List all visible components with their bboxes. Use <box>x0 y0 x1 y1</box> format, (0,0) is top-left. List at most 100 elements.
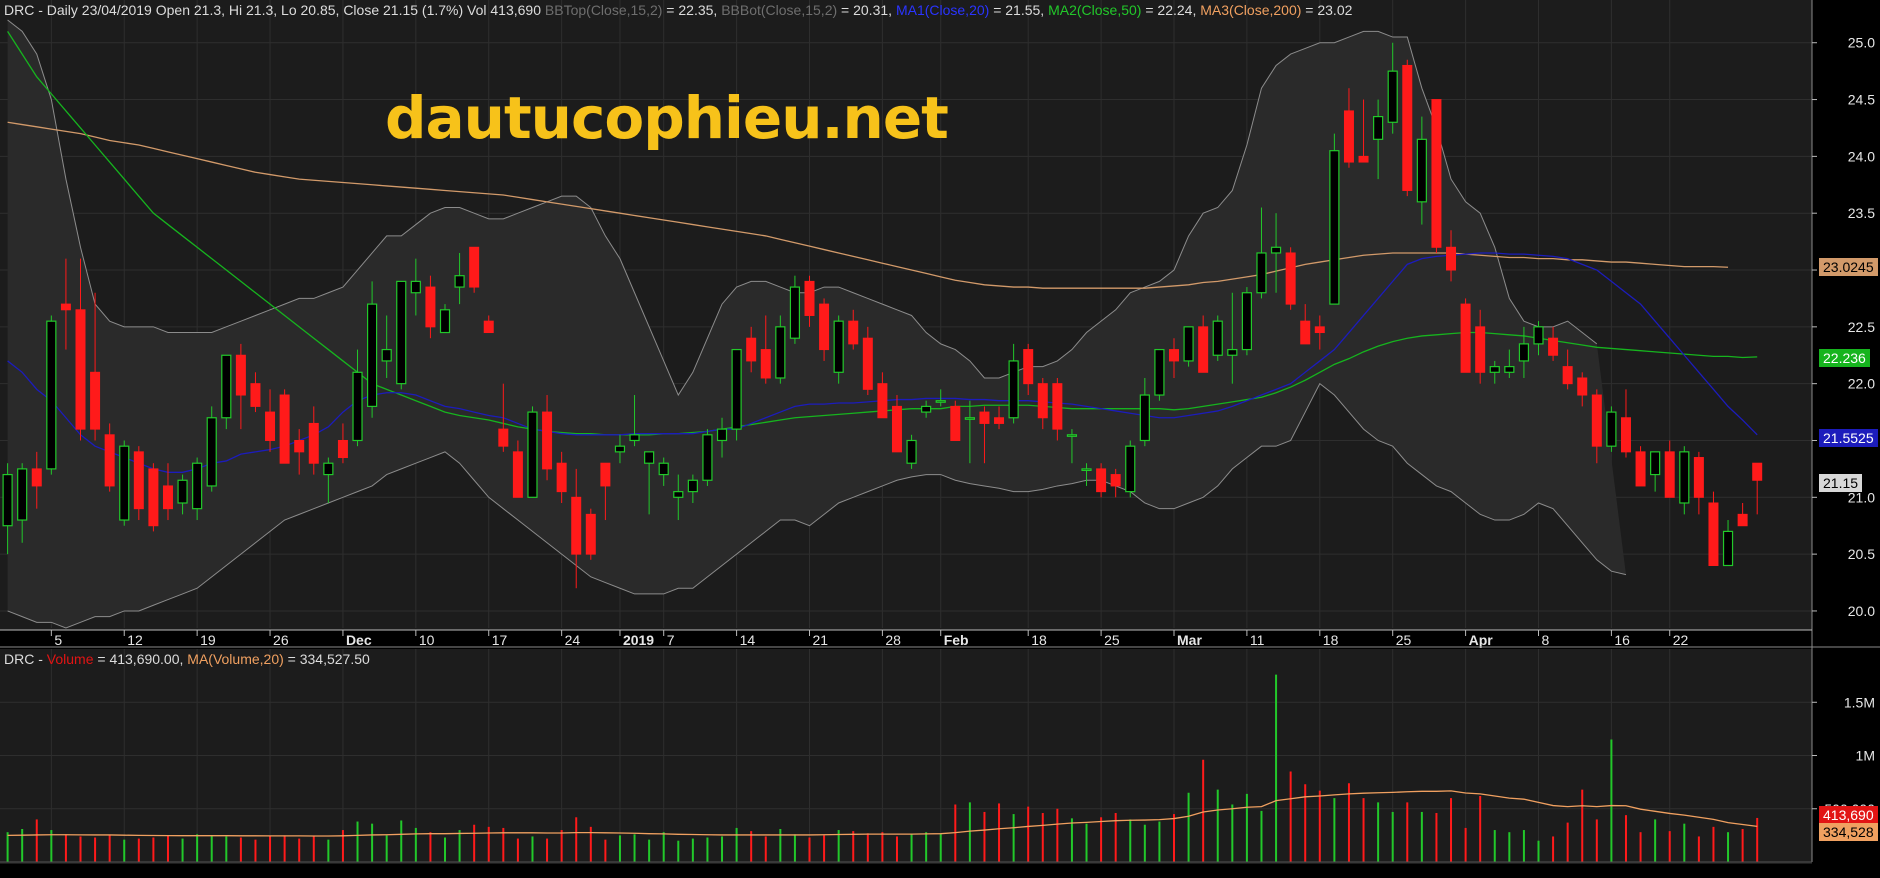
x-tick-label: 18 <box>1323 632 1339 648</box>
candle-body-up <box>614 445 626 453</box>
candle-body-up <box>1270 246 1282 254</box>
x-tick-label: 2019 <box>623 632 654 648</box>
candle-body-up <box>1373 115 1384 140</box>
candle-body-up <box>119 445 130 521</box>
candle-body-up <box>1227 348 1238 356</box>
candle-body-down <box>512 451 523 498</box>
ma1-price-tag: 21.5525 <box>1819 429 1878 447</box>
volume-tick-label: 1M <box>1856 748 1875 764</box>
candle-body-down <box>1300 320 1311 345</box>
candle-body-up <box>658 462 669 476</box>
candle-body-down <box>104 434 115 487</box>
price-tick-label: 23.5 <box>1848 205 1875 221</box>
volume-label: Volume <box>46 651 94 667</box>
candle-body-down <box>1708 502 1719 566</box>
volume-ma-tag: 334,528 <box>1819 823 1878 841</box>
candle-body-down <box>425 286 436 328</box>
candle-body-down <box>235 354 246 396</box>
candle-body-up <box>775 326 786 379</box>
candle <box>133 446 144 521</box>
ma1-label: MA1(Close,20) <box>895 2 990 18</box>
candle-body-up <box>935 400 946 403</box>
candle-body-down <box>1752 462 1763 481</box>
candle-body-down <box>469 246 480 288</box>
candle <box>1241 287 1253 356</box>
volume-ma-value: = 334,527.50 <box>283 651 370 667</box>
candle-body-down <box>1562 366 1573 385</box>
candle-body-up <box>367 303 378 407</box>
candle-body-down <box>337 439 348 459</box>
ma1-value: = 21.55, <box>989 2 1049 18</box>
candle-body-up <box>206 417 217 487</box>
x-tick-label: 11 <box>1250 632 1265 648</box>
volume-tick-label: 1.5M <box>1844 694 1875 710</box>
candle-body-down <box>1169 349 1179 362</box>
price-tick-label: 22.0 <box>1848 376 1875 392</box>
candle-body-up <box>17 468 28 521</box>
x-tick-label: 19 <box>200 632 216 648</box>
candle-body-up <box>1489 366 1500 373</box>
candle <box>1329 133 1340 305</box>
candle-body-down <box>1460 303 1471 373</box>
candle-body-down <box>1343 110 1354 163</box>
candle-body-down <box>75 309 86 430</box>
candle-body-up <box>1416 138 1427 203</box>
candle-body-up <box>323 462 334 476</box>
candle-body-up <box>1139 394 1150 442</box>
candle-body-up <box>192 462 203 510</box>
candle-body-down <box>1052 383 1063 430</box>
x-tick-label: 16 <box>1614 632 1630 648</box>
candle-body-up <box>1241 292 1253 351</box>
x-tick-label: 10 <box>419 632 435 648</box>
bbtop-label: BBTop(Close,15,2) <box>544 2 663 18</box>
candle-body-up <box>1606 411 1617 447</box>
candle-body-down <box>1198 326 1209 373</box>
candle-body-down <box>994 417 1005 424</box>
bbbot-value: = 20.31, <box>837 2 896 18</box>
ma3-value: = 23.02 <box>1301 2 1353 18</box>
candle-body-up <box>673 491 684 498</box>
candle-body-up <box>1008 360 1019 419</box>
candle <box>906 434 917 469</box>
candle-body-down <box>90 371 101 430</box>
candle <box>731 348 742 441</box>
candle-body-down <box>308 422 319 464</box>
candle-body-up <box>1125 445 1136 493</box>
candle-body-down <box>265 411 276 441</box>
candle-body-down <box>1096 468 1107 493</box>
candle-body-down <box>600 462 611 487</box>
candle-body-down <box>1358 155 1369 163</box>
ma3-label: MA3(Close,200) <box>1200 2 1302 18</box>
candle-body-down <box>31 468 42 487</box>
candle <box>1402 59 1413 197</box>
candle-body-down <box>556 462 567 493</box>
price-tick-label: 25.0 <box>1848 35 1875 51</box>
candle-body-up <box>1650 451 1661 476</box>
candle <box>221 354 232 430</box>
x-tick-label: 14 <box>740 632 756 648</box>
candle <box>46 315 57 475</box>
candle-body-up <box>46 320 57 470</box>
candle-body-down <box>133 451 144 510</box>
candle-body-down <box>1475 326 1486 373</box>
price-tick-label: 24.0 <box>1848 148 1875 164</box>
candle-body-up <box>1504 366 1515 373</box>
price-tick-label: 20.0 <box>1848 603 1875 619</box>
candle-body-down <box>498 428 509 447</box>
candle-body-down <box>483 320 494 334</box>
candle-body-down <box>1446 246 1457 271</box>
candle-body-up <box>381 348 392 362</box>
candle-body-up <box>702 434 713 481</box>
volume-tag: 413,690 <box>1819 806 1878 824</box>
candle-body-up <box>1518 343 1530 362</box>
x-tick-label: Apr <box>1469 632 1494 648</box>
candle-body-down <box>804 280 815 316</box>
x-tick-label: 26 <box>273 632 289 648</box>
x-tick-label: 25 <box>1396 632 1412 648</box>
candle-body-down <box>542 411 553 470</box>
price-tick-label: 22.5 <box>1848 319 1875 335</box>
x-tick-label: 28 <box>885 632 901 648</box>
candle-body-down <box>862 337 873 390</box>
x-tick-label: 7 <box>667 632 675 648</box>
x-tick-label: Dec <box>346 632 372 648</box>
